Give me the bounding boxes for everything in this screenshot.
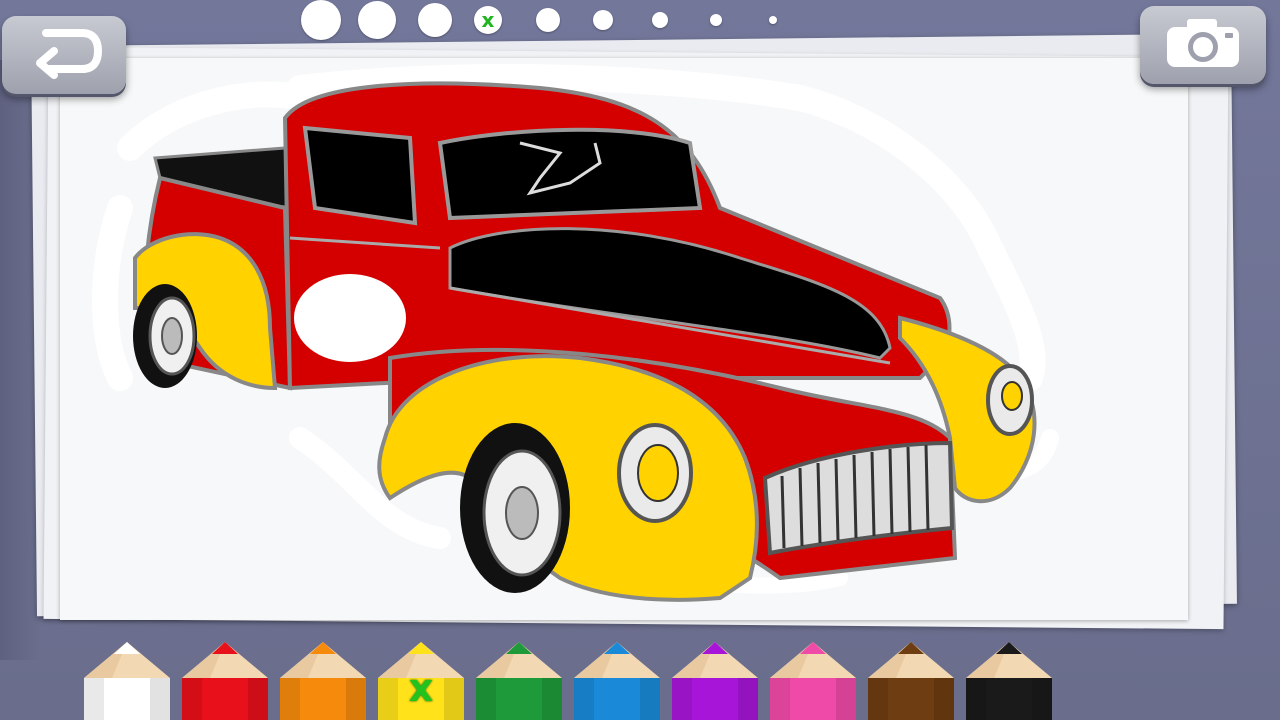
brush-size-dot-3[interactable] — [418, 3, 452, 37]
pencil-red[interactable] — [182, 628, 268, 720]
pencil-green[interactable] — [476, 628, 562, 720]
pencil-purple[interactable] — [672, 628, 758, 720]
pencil-orange[interactable] — [280, 628, 366, 720]
brush-size-dot-2[interactable] — [358, 1, 396, 39]
windshield — [437, 127, 703, 221]
brush-size-dot-7[interactable] — [652, 12, 668, 28]
brush-size-dot-9[interactable] — [769, 16, 777, 24]
brush-size-dot-5[interactable] — [536, 8, 560, 32]
coloring-canvas[interactable] — [60, 58, 1188, 620]
pencil-white[interactable] — [84, 628, 170, 720]
pencil-yellow[interactable]: x — [378, 628, 464, 720]
brush-size-dot-8[interactable] — [710, 14, 722, 26]
front-wheel — [460, 423, 570, 593]
brush-size-dot-4[interactable]: x — [474, 6, 502, 34]
pencil-brown[interactable] — [868, 628, 954, 720]
selected-color-mark: x — [408, 666, 434, 710]
pencil-blue[interactable] — [574, 628, 660, 720]
rear-window — [302, 125, 418, 226]
pencil-black[interactable] — [966, 628, 1052, 720]
rear-wheel — [133, 284, 197, 388]
pencil-pink[interactable] — [770, 628, 856, 720]
brush-size-dot-6[interactable] — [593, 10, 613, 30]
left-headlight — [617, 423, 693, 523]
color-palette: x — [0, 628, 1280, 720]
brush-size-selector: x — [0, 0, 1280, 40]
brush-size-dot-1[interactable] — [301, 0, 341, 40]
selected-check-mark: x — [481, 8, 495, 32]
right-headlight — [986, 364, 1034, 436]
truck-drawing[interactable] — [60, 58, 1188, 620]
door-white-patch — [294, 274, 406, 362]
